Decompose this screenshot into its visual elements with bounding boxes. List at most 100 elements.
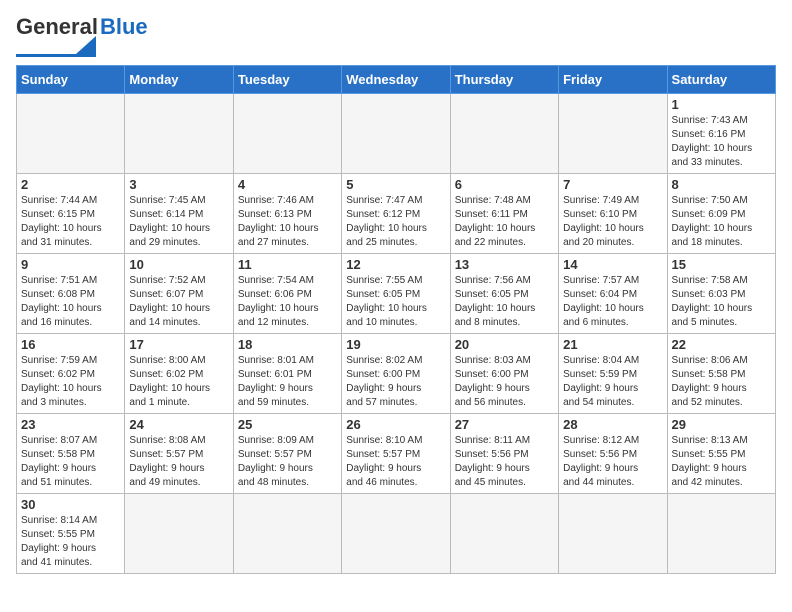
weekday-header-friday: Friday (559, 66, 667, 94)
calendar-day-cell (233, 94, 341, 174)
calendar: SundayMondayTuesdayWednesdayThursdayFrid… (16, 65, 776, 574)
day-number: 29 (672, 417, 771, 432)
calendar-day-cell (17, 94, 125, 174)
day-number: 26 (346, 417, 445, 432)
day-number: 2 (21, 177, 120, 192)
day-info: Sunrise: 7:51 AM Sunset: 6:08 PM Dayligh… (21, 274, 120, 330)
calendar-day-cell: 1 Sunrise: 7:43 AM Sunset: 6:16 PM Daylig… (667, 94, 775, 174)
calendar-day-cell: 13 Sunrise: 7:56 AM Sunset: 6:05 PM Dayli… (450, 254, 558, 334)
day-info: Sunrise: 7:48 AM Sunset: 6:11 PM Dayligh… (455, 194, 554, 250)
day-number: 4 (238, 177, 337, 192)
day-info: Sunrise: 8:03 AM Sunset: 6:00 PM Dayligh… (455, 354, 554, 410)
day-number: 16 (21, 337, 120, 352)
day-number: 27 (455, 417, 554, 432)
calendar-day-cell (342, 94, 450, 174)
day-info: Sunrise: 8:11 AM Sunset: 5:56 PM Dayligh… (455, 434, 554, 490)
day-info: Sunrise: 8:02 AM Sunset: 6:00 PM Dayligh… (346, 354, 445, 410)
calendar-day-cell: 22Sunrise: 8:06 AM Sunset: 5:58 PM Dayli… (667, 334, 775, 414)
day-info: Sunrise: 8:12 AM Sunset: 5:56 PM Dayligh… (563, 434, 662, 490)
page-header: General Blue (16, 16, 776, 57)
calendar-day-cell: 3 Sunrise: 7:45 AM Sunset: 6:14 PM Daylig… (125, 174, 233, 254)
calendar-day-cell: 26 Sunrise: 8:10 AM Sunset: 5:57 PM Dayli… (342, 414, 450, 494)
day-info: Sunrise: 8:04 AM Sunset: 5:59 PM Dayligh… (563, 354, 662, 410)
day-number: 1 (672, 97, 771, 112)
day-number: 13 (455, 257, 554, 272)
day-number: 19 (346, 337, 445, 352)
calendar-day-cell: 16 Sunrise: 7:59 AM Sunset: 6:02 PM Dayli… (17, 334, 125, 414)
calendar-week-row: 16 Sunrise: 7:59 AM Sunset: 6:02 PM Dayli… (17, 334, 776, 414)
weekday-header-row: SundayMondayTuesdayWednesdayThursdayFrid… (17, 66, 776, 94)
day-info: Sunrise: 7:59 AM Sunset: 6:02 PM Dayligh… (21, 354, 120, 410)
day-info: Sunrise: 8:08 AM Sunset: 5:57 PM Dayligh… (129, 434, 228, 490)
day-number: 9 (21, 257, 120, 272)
day-info: Sunrise: 7:54 AM Sunset: 6:06 PM Dayligh… (238, 274, 337, 330)
calendar-day-cell: 2Sunrise: 7:44 AM Sunset: 6:15 PM Daylig… (17, 174, 125, 254)
day-info: Sunrise: 8:14 AM Sunset: 5:55 PM Dayligh… (21, 514, 120, 570)
calendar-day-cell (559, 494, 667, 574)
calendar-day-cell: 10Sunrise: 7:52 AM Sunset: 6:07 PM Dayli… (125, 254, 233, 334)
day-info: Sunrise: 8:13 AM Sunset: 5:55 PM Dayligh… (672, 434, 771, 490)
day-info: Sunrise: 7:43 AM Sunset: 6:16 PM Dayligh… (672, 114, 771, 170)
calendar-week-row: 23 Sunrise: 8:07 AM Sunset: 5:58 PM Dayli… (17, 414, 776, 494)
day-number: 15 (672, 257, 771, 272)
calendar-day-cell: 21 Sunrise: 8:04 AM Sunset: 5:59 PM Dayli… (559, 334, 667, 414)
weekday-header-tuesday: Tuesday (233, 66, 341, 94)
logo-text-general: General (16, 16, 98, 38)
calendar-day-cell: 28Sunrise: 8:12 AM Sunset: 5:56 PM Dayli… (559, 414, 667, 494)
calendar-day-cell: 29 Sunrise: 8:13 AM Sunset: 5:55 PM Dayli… (667, 414, 775, 494)
calendar-day-cell (450, 94, 558, 174)
weekday-header-wednesday: Wednesday (342, 66, 450, 94)
calendar-week-row: 30 Sunrise: 8:14 AM Sunset: 5:55 PM Dayli… (17, 494, 776, 574)
day-info: Sunrise: 8:01 AM Sunset: 6:01 PM Dayligh… (238, 354, 337, 410)
weekday-header-saturday: Saturday (667, 66, 775, 94)
calendar-day-cell: 17Sunrise: 8:00 AM Sunset: 6:02 PM Dayli… (125, 334, 233, 414)
calendar-day-cell: 8Sunrise: 7:50 AM Sunset: 6:09 PM Daylig… (667, 174, 775, 254)
day-info: Sunrise: 8:10 AM Sunset: 5:57 PM Dayligh… (346, 434, 445, 490)
calendar-day-cell (667, 494, 775, 574)
calendar-day-cell (559, 94, 667, 174)
day-number: 3 (129, 177, 228, 192)
day-info: Sunrise: 7:45 AM Sunset: 6:14 PM Dayligh… (129, 194, 228, 250)
calendar-day-cell: 30 Sunrise: 8:14 AM Sunset: 5:55 PM Dayli… (17, 494, 125, 574)
calendar-day-cell: 11Sunrise: 7:54 AM Sunset: 6:06 PM Dayli… (233, 254, 341, 334)
calendar-week-row: 2Sunrise: 7:44 AM Sunset: 6:15 PM Daylig… (17, 174, 776, 254)
day-number: 21 (563, 337, 662, 352)
day-number: 20 (455, 337, 554, 352)
day-info: Sunrise: 7:46 AM Sunset: 6:13 PM Dayligh… (238, 194, 337, 250)
day-number: 23 (21, 417, 120, 432)
calendar-day-cell (450, 494, 558, 574)
day-number: 14 (563, 257, 662, 272)
calendar-day-cell: 15Sunrise: 7:58 AM Sunset: 6:03 PM Dayli… (667, 254, 775, 334)
calendar-day-cell: 14 Sunrise: 7:57 AM Sunset: 6:04 PM Dayli… (559, 254, 667, 334)
calendar-day-cell (125, 494, 233, 574)
calendar-week-row: 1 Sunrise: 7:43 AM Sunset: 6:16 PM Daylig… (17, 94, 776, 174)
calendar-day-cell (125, 94, 233, 174)
calendar-day-cell: 9 Sunrise: 7:51 AM Sunset: 6:08 PM Daylig… (17, 254, 125, 334)
day-info: Sunrise: 7:57 AM Sunset: 6:04 PM Dayligh… (563, 274, 662, 330)
calendar-day-cell: 7Sunrise: 7:49 AM Sunset: 6:10 PM Daylig… (559, 174, 667, 254)
calendar-day-cell (233, 494, 341, 574)
day-info: Sunrise: 7:55 AM Sunset: 6:05 PM Dayligh… (346, 274, 445, 330)
calendar-week-row: 9 Sunrise: 7:51 AM Sunset: 6:08 PM Daylig… (17, 254, 776, 334)
day-number: 7 (563, 177, 662, 192)
day-info: Sunrise: 8:06 AM Sunset: 5:58 PM Dayligh… (672, 354, 771, 410)
calendar-day-cell: 19 Sunrise: 8:02 AM Sunset: 6:00 PM Dayli… (342, 334, 450, 414)
logo-text-blue: Blue (100, 16, 148, 38)
calendar-day-cell: 6Sunrise: 7:48 AM Sunset: 6:11 PM Daylig… (450, 174, 558, 254)
calendar-day-cell: 24Sunrise: 8:08 AM Sunset: 5:57 PM Dayli… (125, 414, 233, 494)
calendar-day-cell: 12Sunrise: 7:55 AM Sunset: 6:05 PM Dayli… (342, 254, 450, 334)
weekday-header-sunday: Sunday (17, 66, 125, 94)
day-info: Sunrise: 8:09 AM Sunset: 5:57 PM Dayligh… (238, 434, 337, 490)
day-info: Sunrise: 7:52 AM Sunset: 6:07 PM Dayligh… (129, 274, 228, 330)
calendar-day-cell: 5Sunrise: 7:47 AM Sunset: 6:12 PM Daylig… (342, 174, 450, 254)
day-info: Sunrise: 7:56 AM Sunset: 6:05 PM Dayligh… (455, 274, 554, 330)
day-info: Sunrise: 7:47 AM Sunset: 6:12 PM Dayligh… (346, 194, 445, 250)
calendar-day-cell (342, 494, 450, 574)
day-info: Sunrise: 8:07 AM Sunset: 5:58 PM Dayligh… (21, 434, 120, 490)
calendar-day-cell: 25 Sunrise: 8:09 AM Sunset: 5:57 PM Dayli… (233, 414, 341, 494)
day-number: 18 (238, 337, 337, 352)
day-number: 25 (238, 417, 337, 432)
day-number: 30 (21, 497, 120, 512)
day-number: 17 (129, 337, 228, 352)
calendar-day-cell: 4 Sunrise: 7:46 AM Sunset: 6:13 PM Daylig… (233, 174, 341, 254)
